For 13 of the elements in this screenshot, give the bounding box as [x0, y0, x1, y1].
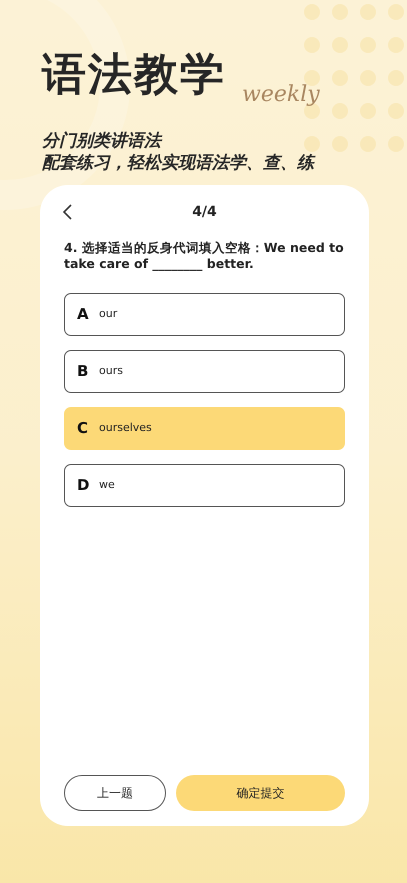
- answer-option[interactable]: B ours: [64, 350, 345, 393]
- submit-button[interactable]: 确定提交: [176, 775, 345, 811]
- answer-option[interactable]: D we: [64, 464, 345, 507]
- banner-title: 语法教学: [42, 48, 226, 102]
- answer-option[interactable]: A our: [64, 293, 345, 336]
- banner-subtitle: 分门别类讲语法: [42, 130, 161, 152]
- previous-button[interactable]: 上一题: [64, 775, 166, 811]
- progress-counter: 4/4: [192, 203, 217, 222]
- banner-subtitle: 配套练习，轻松实现语法学、查、练: [42, 152, 314, 174]
- answer-option[interactable]: C ourselves: [64, 407, 345, 450]
- question-text: 4. 选择适当的反身代词填入空格：We need to take care of ________ better.: [63, 240, 345, 272]
- decorative-script-text: weekly: [242, 81, 320, 109]
- back-icon[interactable]: [60, 203, 74, 221]
